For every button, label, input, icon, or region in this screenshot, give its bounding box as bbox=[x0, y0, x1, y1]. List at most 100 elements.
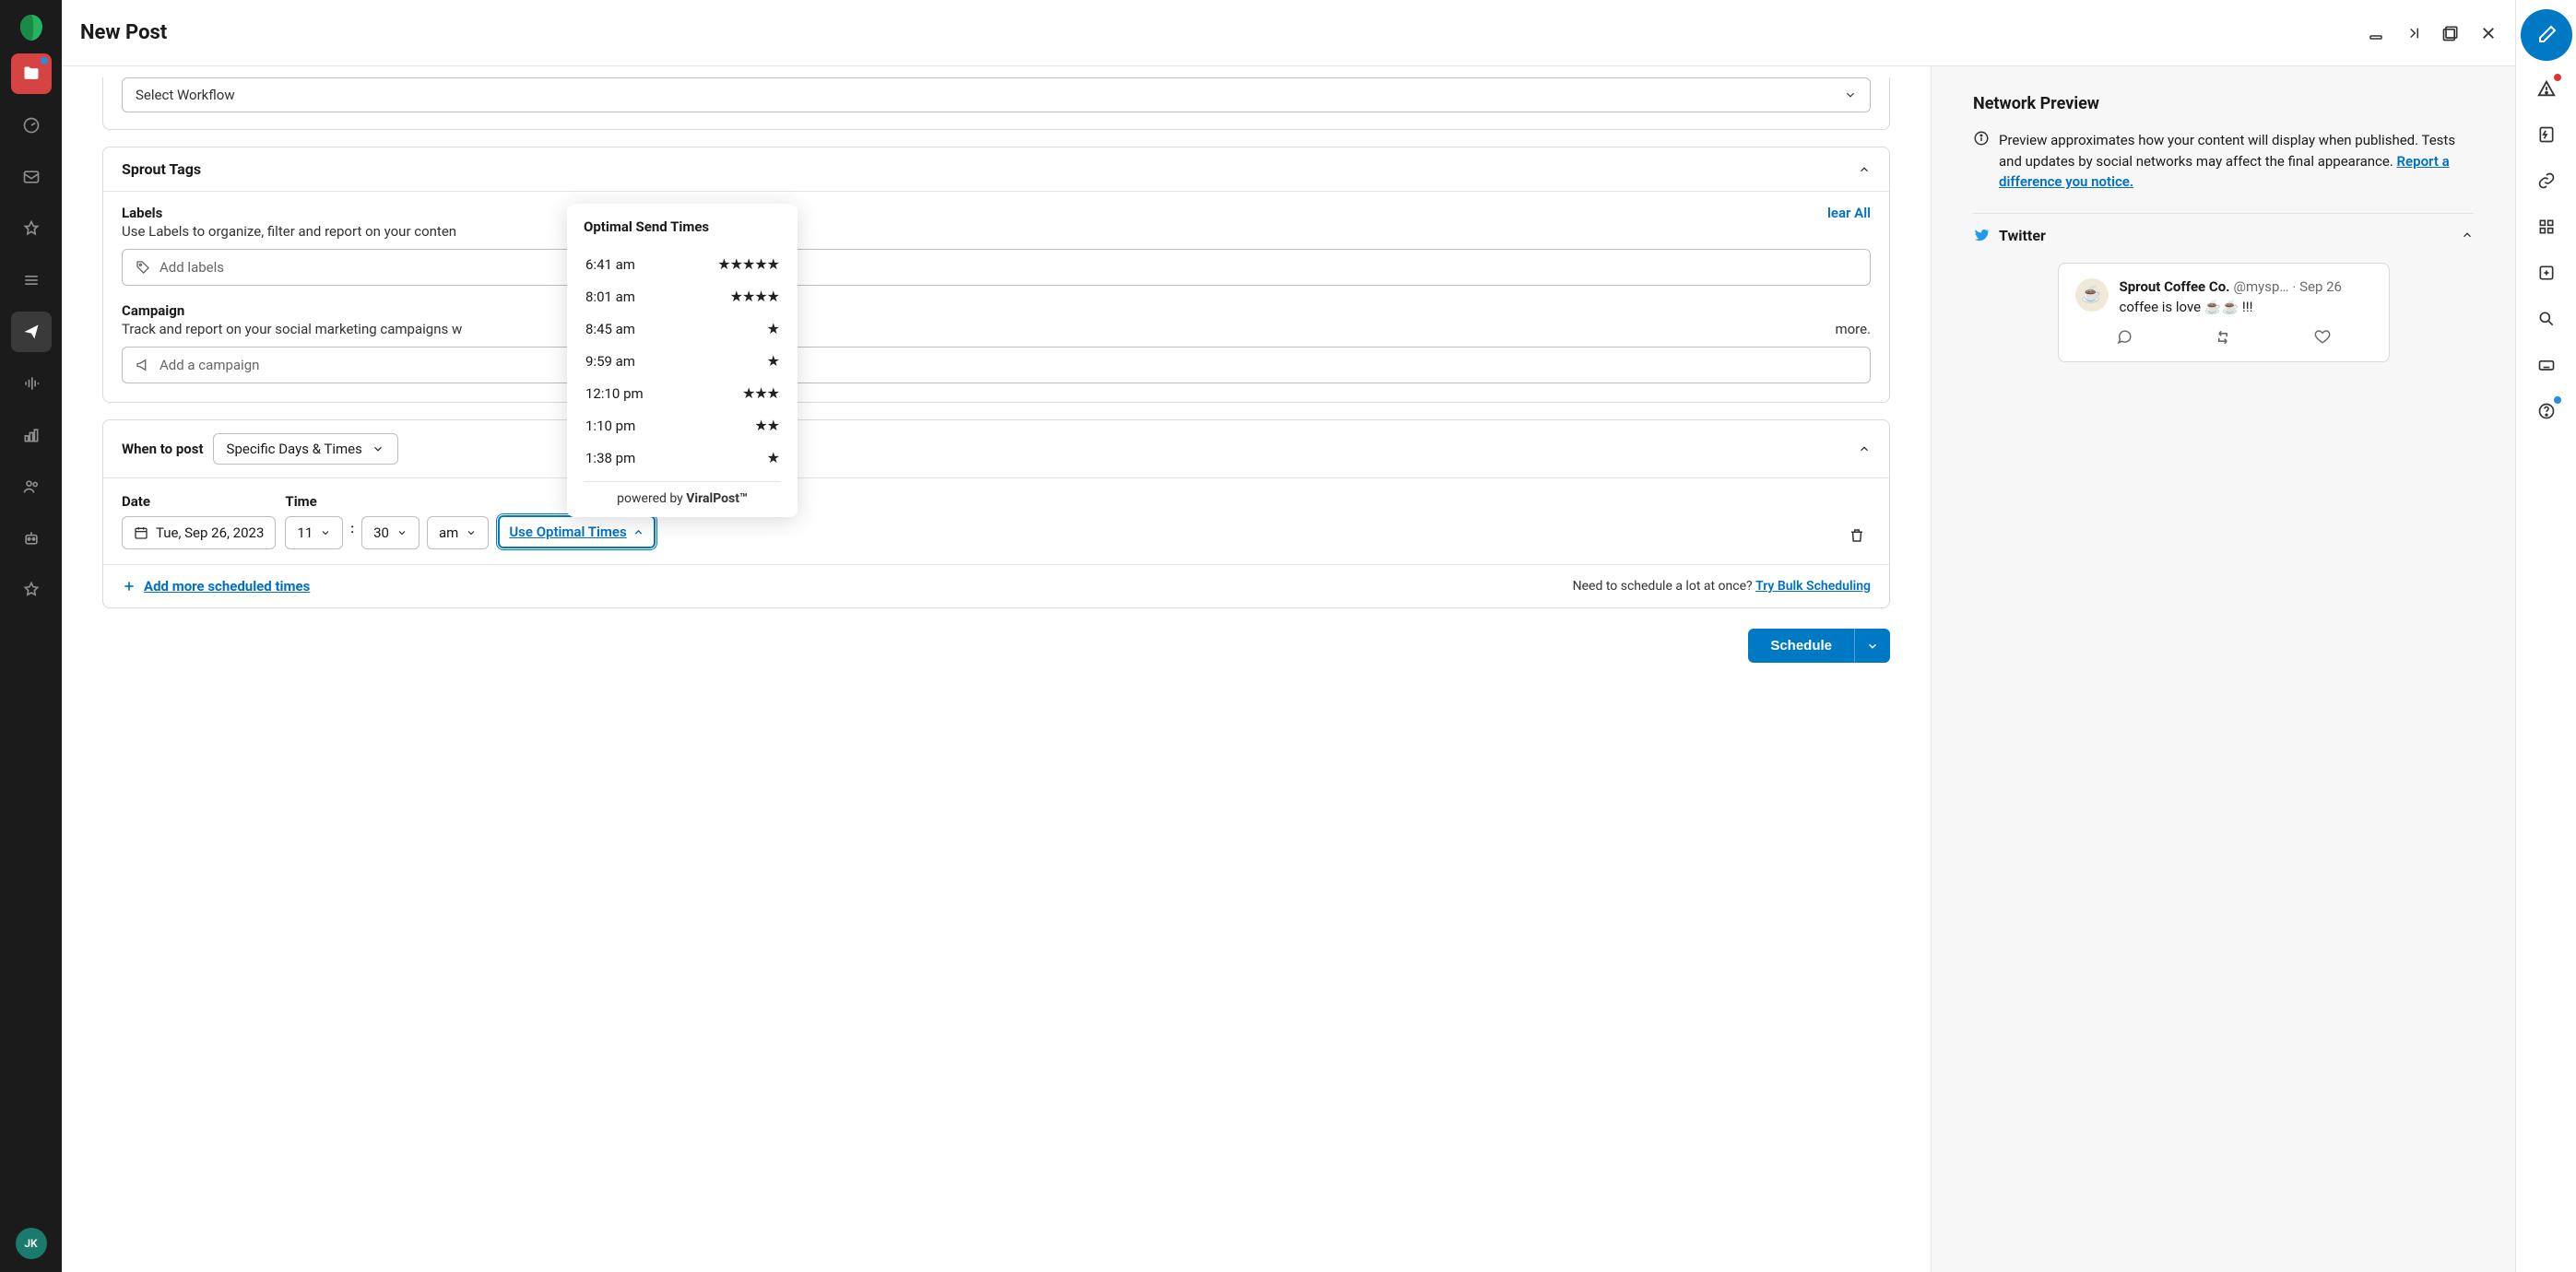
nav-folder[interactable] bbox=[11, 53, 52, 94]
bulk-link[interactable]: Try Bulk Scheduling bbox=[1755, 579, 1871, 594]
alerts-button[interactable] bbox=[2528, 70, 2565, 107]
primary-sidebar: JK bbox=[0, 0, 62, 1272]
tags-title: Sprout Tags bbox=[122, 160, 201, 178]
tweet-avatar: ☕ bbox=[2075, 278, 2109, 312]
when-mode-select[interactable]: Specific Days & Times bbox=[213, 433, 398, 465]
app-logo bbox=[17, 13, 46, 42]
reply-icon[interactable] bbox=[2116, 328, 2133, 347]
link-button[interactable] bbox=[2528, 162, 2565, 199]
optimal-time-label: 12:10 pm bbox=[585, 385, 644, 402]
tag-icon bbox=[136, 260, 150, 275]
like-icon[interactable] bbox=[2314, 328, 2331, 347]
optimal-time-option[interactable]: 12:10 pm★★★ bbox=[584, 377, 781, 409]
campaign-desc: Track and report on your social marketin… bbox=[122, 321, 462, 337]
minute-value: 30 bbox=[373, 524, 389, 541]
campaign-placeholder: Add a campaign bbox=[160, 357, 259, 373]
tweet-handle: @mysp… bbox=[2234, 278, 2289, 295]
date-picker[interactable]: Tue, Sep 26, 2023 bbox=[122, 516, 276, 549]
optimal-time-option[interactable]: 1:38 pm ★ bbox=[584, 442, 781, 474]
star-rating: ★★★★ bbox=[730, 288, 779, 305]
optimal-time-option[interactable]: 8:45 am★ bbox=[584, 312, 781, 345]
twitter-icon bbox=[1973, 227, 1990, 243]
nav-reports[interactable] bbox=[11, 415, 52, 455]
time-label: Time bbox=[285, 493, 489, 510]
tweet-preview: ☕ Sprout Coffee Co. @mysp… · Sep 26 coff… bbox=[2058, 263, 2390, 362]
add-more-times-button[interactable]: Add more scheduled times bbox=[122, 578, 310, 595]
add-panel-button[interactable] bbox=[2528, 254, 2565, 291]
labels-clear-link[interactable]: lear All bbox=[1827, 205, 1871, 221]
window-icon[interactable] bbox=[2441, 24, 2460, 42]
labels-placeholder: Add labels bbox=[160, 259, 224, 276]
optimal-time-label: 9:59 am bbox=[585, 353, 635, 370]
preview-note-text: Preview approximates how your content wi… bbox=[1999, 130, 2474, 193]
hour-select[interactable]: 11 bbox=[285, 516, 343, 549]
schedule-panel-toggle[interactable]: When to post Specific Days & Times bbox=[103, 420, 1889, 477]
info-icon bbox=[1973, 130, 1990, 193]
popover-footer: powered by ViralPost™ bbox=[584, 481, 781, 506]
campaign-more: more. bbox=[1835, 321, 1871, 337]
delete-time-button[interactable] bbox=[1843, 522, 1871, 549]
optimal-time-label: 1:38 pm bbox=[585, 450, 635, 466]
nav-people[interactable] bbox=[11, 466, 52, 507]
chevron-up-icon bbox=[1858, 163, 1871, 176]
optimal-time-label: 8:45 am bbox=[585, 321, 635, 337]
tweet-date: Sep 26 bbox=[2299, 278, 2342, 295]
nav-list[interactable] bbox=[11, 260, 52, 300]
labels-desc: Use Labels to organize, filter and repor… bbox=[122, 223, 1871, 240]
ampm-select[interactable]: am bbox=[427, 516, 489, 549]
optimal-time-label: 8:01 am bbox=[585, 289, 635, 305]
user-avatar[interactable]: JK bbox=[16, 1228, 47, 1259]
nav-dashboard[interactable] bbox=[11, 105, 52, 146]
minimize-icon[interactable] bbox=[2368, 25, 2384, 41]
optimal-time-option[interactable]: 6:41 am★★★★★ bbox=[584, 248, 781, 280]
star-rating: ★★★★★ bbox=[717, 255, 779, 273]
retweet-icon[interactable] bbox=[2214, 328, 2232, 347]
nav-bot[interactable] bbox=[11, 518, 52, 559]
tags-panel-toggle[interactable]: Sprout Tags bbox=[103, 147, 1889, 191]
calendar-icon bbox=[134, 525, 148, 540]
network-toggle-twitter[interactable]: Twitter bbox=[1973, 213, 2474, 257]
grid-button[interactable] bbox=[2528, 208, 2565, 245]
star-rating: ★ bbox=[767, 449, 779, 466]
workflow-placeholder: Select Workflow bbox=[136, 87, 235, 103]
schedule-panel: When to post Specific Days & Times bbox=[102, 419, 1890, 608]
date-value: Tue, Sep 26, 2023 bbox=[156, 524, 264, 541]
workflow-select[interactable]: Select Workflow bbox=[122, 77, 1871, 112]
tags-panel: Sprout Tags Labels lear All bbox=[102, 147, 1890, 403]
energy-button[interactable] bbox=[2528, 116, 2565, 153]
close-icon[interactable] bbox=[2480, 25, 2497, 41]
optimal-time-option[interactable]: 8:01 am ★★★★ bbox=[584, 280, 781, 312]
compose-button[interactable] bbox=[2521, 9, 2572, 61]
bulk-hint: Need to schedule a lot at once? Try Bulk… bbox=[1573, 579, 1871, 594]
nav-listening[interactable] bbox=[11, 363, 52, 404]
tweet-text: coffee is love ☕☕ !!! bbox=[2120, 299, 2372, 315]
network-name: Twitter bbox=[1999, 227, 2046, 244]
minute-select[interactable]: 30 bbox=[361, 516, 419, 549]
page-header: New Post bbox=[62, 0, 2515, 66]
labels-input[interactable]: Add labels bbox=[122, 249, 1871, 286]
campaign-title: Campaign bbox=[122, 302, 1871, 319]
schedule-button[interactable]: Schedule bbox=[1748, 629, 1854, 663]
popover-title: Optimal Send Times bbox=[584, 218, 781, 235]
keyboard-button[interactable] bbox=[2528, 347, 2565, 383]
nav-pinned[interactable] bbox=[11, 208, 52, 249]
schedule-split-button[interactable] bbox=[1854, 629, 1890, 663]
nav-reviews[interactable] bbox=[11, 570, 52, 610]
nav-inbox[interactable] bbox=[11, 157, 52, 197]
megaphone-icon bbox=[136, 358, 150, 372]
contextual-sidebar bbox=[2515, 0, 2576, 1272]
star-rating: ★★ bbox=[754, 417, 779, 434]
optimal-times-button[interactable]: Use Optimal Times bbox=[498, 515, 655, 548]
optimal-time-option[interactable]: 9:59 am ★ bbox=[584, 345, 781, 377]
when-mode-value: Specific Days & Times bbox=[227, 441, 362, 457]
help-button[interactable] bbox=[2528, 393, 2565, 430]
search-button[interactable] bbox=[2528, 300, 2565, 337]
nav-publishing[interactable] bbox=[11, 312, 52, 352]
optimal-btn-label: Use Optimal Times bbox=[509, 524, 626, 540]
dock-right-icon[interactable] bbox=[2405, 25, 2421, 41]
campaign-input[interactable]: Add a campaign bbox=[122, 347, 1871, 383]
date-label: Date bbox=[122, 493, 276, 510]
optimal-time-option[interactable]: 1:10 pm★★ bbox=[584, 409, 781, 442]
chevron-up-icon bbox=[2461, 229, 2474, 241]
star-rating: ★ bbox=[767, 352, 779, 370]
